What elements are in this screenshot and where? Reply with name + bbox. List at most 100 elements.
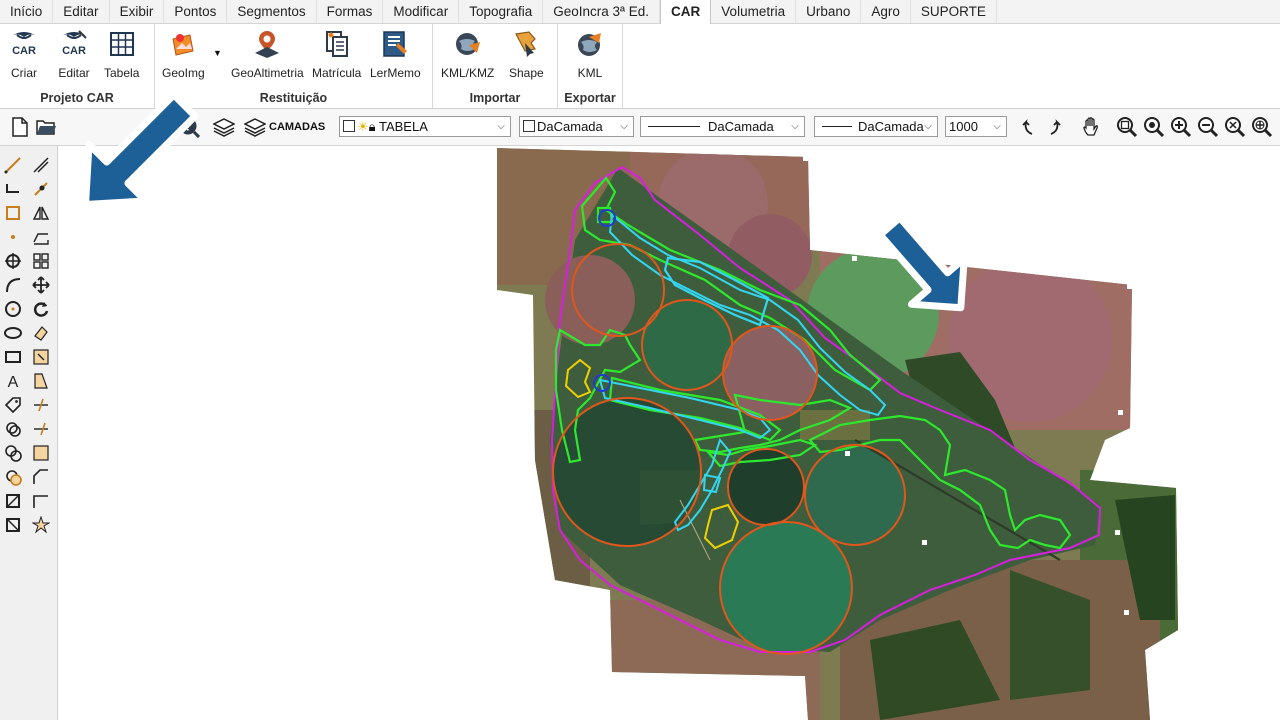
scale-icon [33, 349, 49, 365]
scale-tool[interactable] [30, 346, 52, 368]
scale-select[interactable]: 1000 ⌵ [945, 116, 1007, 137]
break-tool[interactable] [30, 442, 52, 464]
erase-line-icon [33, 157, 49, 173]
geoaltimetria-button[interactable]: GeoAltimetria [231, 28, 304, 80]
undo-button[interactable] [1016, 115, 1040, 139]
rectangle-select-tool[interactable] [2, 202, 24, 224]
text-tool[interactable]: A [2, 370, 24, 392]
point-tool[interactable] [2, 226, 24, 248]
mirror-tool[interactable] [30, 202, 52, 224]
explode-tool[interactable] [30, 514, 52, 536]
lineweight-select[interactable]: DaCamada ⌵ [814, 116, 938, 137]
tag-tool[interactable] [2, 394, 24, 416]
rectangle-select-icon [6, 206, 20, 220]
zoom-in-button[interactable] [1169, 115, 1193, 139]
globe-export-icon [574, 28, 606, 60]
linetype-select[interactable]: DaCamada ⌵ [640, 116, 805, 137]
geoimg-button[interactable]: GeoImg [162, 28, 205, 80]
line-tool[interactable] [2, 154, 24, 176]
tab-inicio[interactable]: Início [0, 0, 54, 23]
map-drawing [497, 148, 1178, 720]
zoom-all-button[interactable] [1250, 115, 1274, 139]
zoom-extents-button[interactable] [1223, 115, 1247, 139]
color-select[interactable]: DaCamada ⌵ [519, 116, 634, 137]
shape-import-button[interactable]: Shape [509, 28, 544, 80]
matricula-button[interactable]: Matrícula [312, 28, 361, 80]
lineweight-sample [822, 126, 852, 127]
circle-offset-tool[interactable] [2, 418, 24, 440]
tabela-button[interactable]: Tabela [104, 28, 139, 80]
tab-editar[interactable]: Editar [53, 0, 110, 23]
rotate-tool[interactable] [30, 298, 52, 320]
drawing-canvas[interactable] [58, 146, 1280, 720]
tangent-circle-icon [5, 445, 22, 462]
hatch-tool[interactable] [2, 466, 24, 488]
polyline-tool[interactable] [2, 178, 24, 200]
lermemo-button[interactable]: LerMemo [370, 28, 421, 80]
stretch-tool[interactable] [30, 370, 52, 392]
tab-volumetria[interactable]: Volumetria [711, 0, 797, 23]
tab-agro[interactable]: Agro [861, 0, 911, 23]
line-icon [4, 157, 21, 174]
tab-geoincra[interactable]: GeoIncra 3ª Ed. [543, 0, 661, 23]
trim-tool[interactable] [30, 394, 52, 416]
chamfer-tool[interactable] [30, 466, 52, 488]
tab-car[interactable]: CAR [660, 0, 712, 24]
fillet-tool[interactable] [30, 490, 52, 512]
zoom-dynamic-icon [1144, 117, 1165, 138]
zoom-out-button[interactable] [1196, 115, 1220, 139]
car-create-icon: CAR [8, 28, 40, 60]
matricula-document-icon [321, 28, 353, 60]
offset-tool[interactable] [30, 226, 52, 248]
circle-offset-icon [6, 422, 21, 437]
erase-line-tool[interactable] [30, 154, 52, 176]
arc-tool[interactable] [2, 274, 24, 296]
move-tool[interactable] [30, 274, 52, 296]
polygon-tool[interactable] [2, 490, 24, 512]
tab-suporte[interactable]: SUPORTE [911, 0, 997, 23]
redo-button[interactable] [1043, 115, 1067, 139]
ellipse-tool[interactable] [2, 322, 24, 344]
zoom-window-button[interactable] [1115, 115, 1139, 139]
tab-urbano[interactable]: Urbano [796, 0, 862, 23]
layers-button[interactable] [212, 115, 236, 139]
pan-button[interactable] [1079, 115, 1103, 139]
tab-formas[interactable]: Formas [317, 0, 384, 23]
extend-tool[interactable] [30, 418, 52, 440]
layer-select-value: TABELA [378, 119, 428, 134]
new-file-button[interactable] [8, 115, 32, 139]
snap-tool[interactable] [2, 250, 24, 272]
tab-segmentos[interactable]: Segmentos [227, 0, 317, 23]
kml-export-label: KML [577, 66, 603, 80]
region-tool[interactable] [2, 514, 24, 536]
layer-visible-checkbox [343, 120, 355, 132]
tab-modificar[interactable]: Modificar [383, 0, 460, 23]
lineweight-select-value: DaCamada [858, 119, 924, 134]
layer-select[interactable]: ☀🔒︎ TABELA ⌵ [339, 116, 511, 137]
tab-exibir[interactable]: Exibir [110, 0, 165, 23]
editar-car-button[interactable]: CAR Editar [58, 28, 90, 80]
geoimg-dropdown-icon[interactable]: ▼ [213, 48, 222, 58]
group-exportar: KML Exportar [558, 24, 623, 108]
node-edit-tool[interactable] [30, 178, 52, 200]
camadas-button[interactable]: CAMADAS [244, 115, 334, 139]
zoom-dynamic-button[interactable] [1142, 115, 1166, 139]
zoom-all-icon [1252, 117, 1273, 138]
chevron-down-icon: ⌵ [620, 121, 628, 132]
left-toolbox: A [0, 146, 58, 720]
group-label-exportar: Exportar [564, 91, 616, 105]
tangent-circle-tool[interactable] [2, 442, 24, 464]
tab-topografia[interactable]: Topografia [459, 0, 544, 23]
kml-export-button[interactable]: KML [574, 28, 606, 80]
kml-kmz-import-button[interactable]: KML/KMZ [441, 28, 494, 80]
tab-pontos[interactable]: Pontos [164, 0, 228, 23]
rectangle-tool[interactable] [2, 346, 24, 368]
region-icon [6, 518, 20, 532]
criar-button[interactable]: CAR Criar [8, 28, 40, 80]
circle-tool[interactable] [2, 298, 24, 320]
array-tool[interactable] [30, 250, 52, 272]
pointer-arrow-icon [82, 91, 199, 208]
rectangle-icon [5, 351, 21, 363]
trim-icon [34, 398, 48, 412]
erase-tool[interactable] [30, 322, 52, 344]
